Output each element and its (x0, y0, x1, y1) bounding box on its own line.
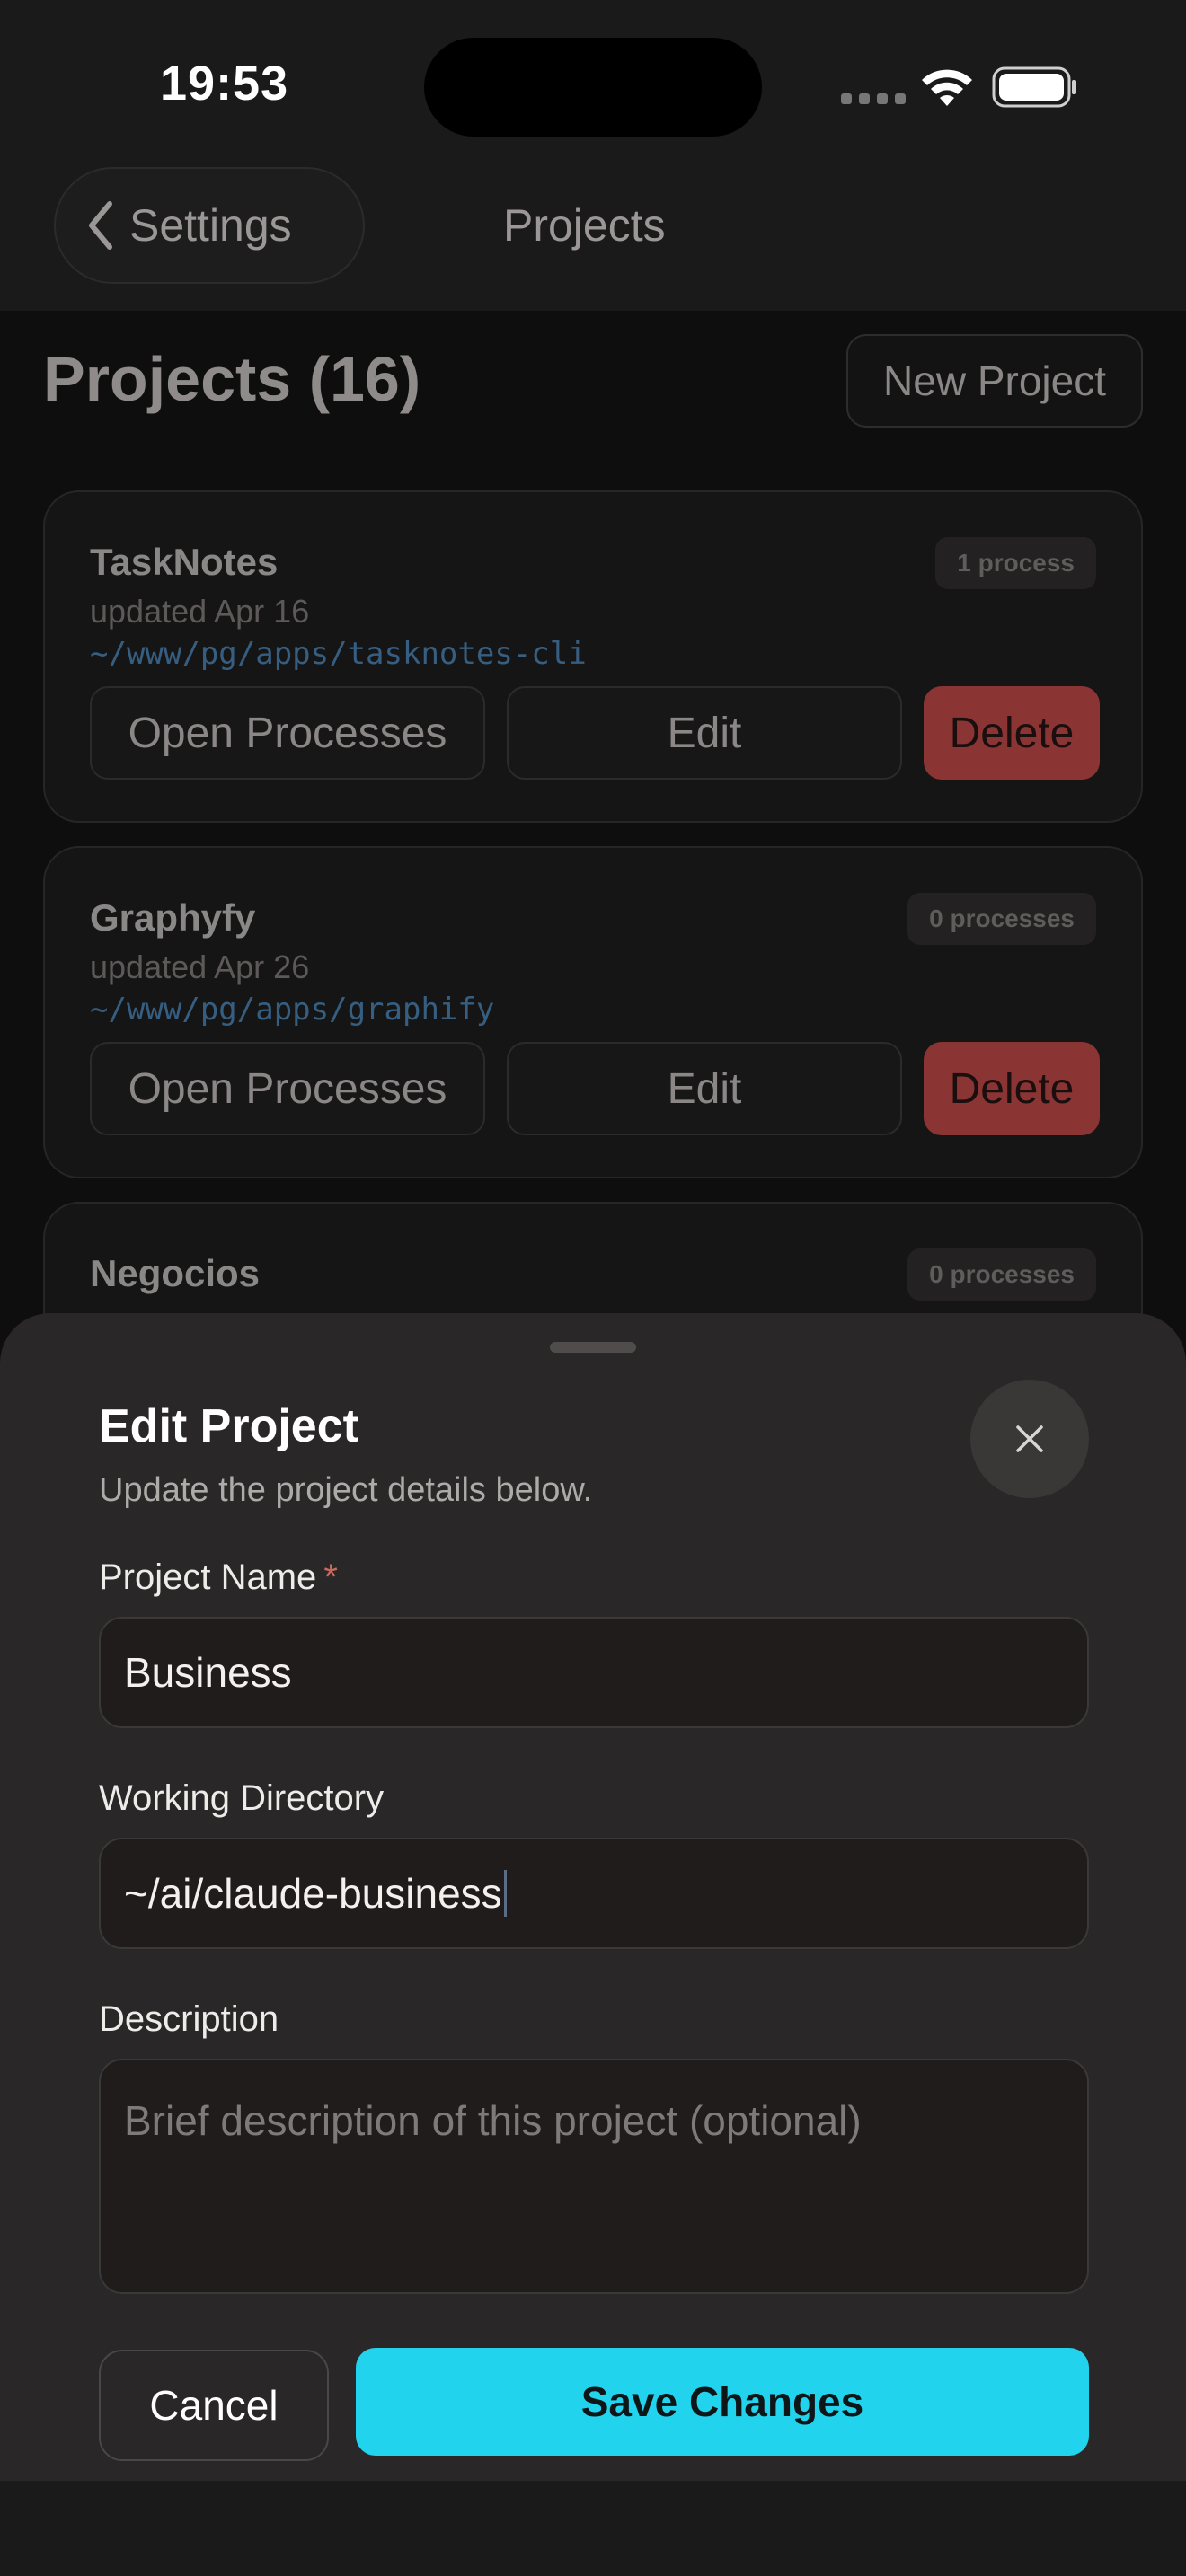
description-label: Description (99, 1999, 279, 2039)
dynamic-island (424, 38, 762, 137)
cancel-button[interactable]: Cancel (99, 2350, 329, 2461)
sheet-title: Edit Project (99, 1400, 358, 1452)
edit-button[interactable]: Edit (507, 686, 902, 780)
project-name: Graphyfy (90, 896, 256, 939)
process-count-badge: 0 processes (907, 893, 1096, 945)
description-textarea[interactable]: Brief description of this project (optio… (99, 2059, 1089, 2294)
text-caret (503, 1870, 507, 1917)
wifi-icon (922, 69, 972, 106)
project-path: ~/www/pg/apps/graphify (90, 992, 495, 1028)
project-path: ~/www/pg/apps/tasknotes-cli (90, 636, 587, 672)
project-card: TaskNotes updated Apr 16 ~/www/pg/apps/t… (43, 490, 1143, 823)
project-name-label: Project Name * (99, 1557, 338, 1598)
working-directory-value: ~/ai/claude-business (124, 1870, 502, 1917)
open-processes-button[interactable]: Open Processes (90, 1042, 485, 1135)
project-name-value: Business (124, 1649, 292, 1696)
save-changes-button[interactable]: Save Changes (356, 2348, 1089, 2456)
sheet-subtitle: Update the project details below. (99, 1471, 593, 1509)
new-project-button[interactable]: New Project (846, 334, 1143, 428)
working-directory-label: Working Directory (99, 1778, 385, 1818)
close-icon (1016, 1425, 1043, 1452)
signal-icon (841, 93, 906, 104)
project-card: Graphyfy updated Apr 26 ~/www/pg/apps/gr… (43, 846, 1143, 1178)
sheet-grabber[interactable] (550, 1342, 636, 1353)
process-count-badge: 1 process (935, 537, 1096, 589)
delete-button[interactable]: Delete (924, 1042, 1100, 1135)
edit-project-sheet: Edit Project Update the project details … (0, 1313, 1186, 2481)
page-title: Projects (16) (43, 344, 421, 414)
required-mark: * (323, 1557, 338, 1597)
battery-icon (992, 66, 1076, 108)
chevron-left-icon (89, 201, 112, 250)
description-placeholder: Brief description of this project (optio… (124, 2097, 862, 2144)
edit-button[interactable]: Edit (507, 1042, 902, 1135)
project-name-label-text: Project Name (99, 1557, 317, 1597)
process-count-badge: 0 processes (907, 1248, 1096, 1301)
status-time: 19:53 (160, 57, 289, 110)
working-directory-input[interactable]: ~/ai/claude-business (99, 1838, 1089, 1949)
back-label: Settings (129, 200, 292, 251)
project-updated: updated Apr 16 (90, 593, 310, 630)
project-updated: updated Apr 26 (90, 948, 310, 985)
nav-title: Projects (503, 200, 666, 251)
delete-button[interactable]: Delete (924, 686, 1100, 780)
back-button[interactable]: Settings (54, 167, 365, 284)
project-name: TaskNotes (90, 541, 279, 583)
top-header: 19:53 Settings Projects (0, 0, 1186, 311)
close-button[interactable] (970, 1380, 1089, 1498)
bottom-safe-area (0, 2481, 1186, 2576)
project-name-input[interactable]: Business (99, 1617, 1089, 1728)
project-name: Negocios (90, 1252, 261, 1294)
open-processes-button[interactable]: Open Processes (90, 686, 485, 780)
